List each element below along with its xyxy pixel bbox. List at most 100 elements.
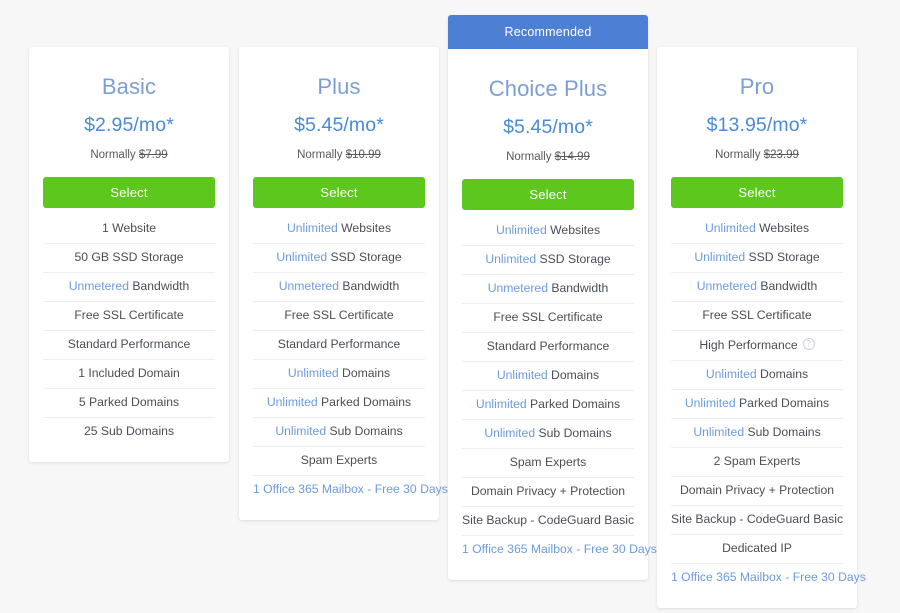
feature-text: 5 Parked Domains <box>78 395 180 409</box>
feature-text: Sub Domains <box>326 424 403 438</box>
feature-item: 50 GB SSD Storage <box>43 244 215 273</box>
feature-highlight: Unlimited <box>475 397 527 411</box>
feature-item: 5 Parked Domains <box>43 389 215 418</box>
select-button-plus[interactable]: Select <box>253 177 425 208</box>
select-button-basic[interactable]: Select <box>43 177 215 208</box>
normally-label: Normally <box>297 149 343 161</box>
feature-item: Unlimited Websites <box>462 217 634 246</box>
feature-text: SSD Storage <box>745 250 820 264</box>
feature-item: Free SSL Certificate <box>462 304 634 333</box>
plan-name: Basic <box>101 74 157 99</box>
feature-item: Unmetered Bandwidth <box>462 275 634 304</box>
feature-text: 50 GB SSD Storage <box>74 250 184 264</box>
normally-label: Normally <box>90 149 136 161</box>
feature-item: Free SSL Certificate <box>253 302 425 331</box>
feature-highlight: Unmetered <box>68 279 129 293</box>
feature-text: Dedicated IP <box>722 541 792 555</box>
feature-text: Free SSL Certificate <box>702 308 812 322</box>
feature-item-link[interactable]: 1 Office 365 Mailbox - Free 30 Days <box>671 564 866 592</box>
feature-item: Unlimited Sub Domains <box>253 418 425 447</box>
select-button-pro[interactable]: Select <box>671 177 843 208</box>
feature-text: Free SSL Certificate <box>493 310 603 324</box>
feature-text: Site Backup - CodeGuard Basic <box>671 512 844 526</box>
feature-text: Bandwidth <box>338 279 400 293</box>
plan-body: Plus $5.45/mo* Normally $10.99 Select Unlimi… <box>239 47 448 520</box>
feature-text: Standard Performance <box>277 337 401 351</box>
feature-highlight: Unlimited <box>276 250 328 264</box>
recommended-ribbon: Recommended <box>448 15 648 49</box>
feature-item: Domain Privacy + Protection <box>462 478 634 507</box>
feature-text: Standard Performance <box>67 337 191 351</box>
feature-item: Free SSL Certificate <box>671 302 843 331</box>
feature-item: Spam Experts <box>253 447 425 476</box>
feature-text: Site Backup - CodeGuard Basic <box>462 513 635 527</box>
feature-highlight: Unlimited <box>496 368 548 382</box>
feature-highlight: Unlimited <box>704 221 756 235</box>
feature-item: 2 Spam Experts <box>671 448 843 477</box>
feature-list: Unlimited Websites Unlimited SSD Storage U… <box>671 215 866 592</box>
feature-item-link[interactable]: 1 Office 365 Mailbox - Free 30 Days <box>462 536 657 564</box>
select-button-choiceplus[interactable]: Select <box>462 179 634 210</box>
feature-highlight: Unlimited <box>275 424 327 438</box>
plan-body: Pro $13.95/mo* Normally $23.99 Select Unlimi… <box>657 47 866 608</box>
feature-item: Unlimited SSD Storage <box>671 244 843 273</box>
feature-item: Domain Privacy + Protection <box>671 477 843 506</box>
feature-list: Unlimited Websites Unlimited SSD Storage U… <box>462 217 657 564</box>
feature-text: SSD Storage <box>327 250 402 264</box>
feature-highlight: Unlimited <box>693 425 745 439</box>
plan-card-pro: Pro $13.95/mo* Normally $23.99 Select Unlimi… <box>657 47 866 608</box>
normally-price-strikethrough: $23.99 <box>763 149 799 161</box>
feature-item: Unmetered Bandwidth <box>43 273 215 302</box>
feature-item: Standard Performance <box>462 333 634 362</box>
feature-highlight: Unlimited <box>286 221 338 235</box>
feature-item: Site Backup - CodeGuard Basic <box>671 506 843 535</box>
feature-item: Unlimited Domains <box>671 361 843 390</box>
feature-text: Websites <box>337 221 392 235</box>
feature-text: Free SSL Certificate <box>74 308 184 322</box>
plan-normal-price: Normally $23.99 <box>671 137 843 163</box>
feature-text: Standard Performance <box>486 339 610 353</box>
feature-text: 1 Office 365 Mailbox - Free 30 Days <box>253 482 448 496</box>
plan-card-basic: Basic $2.95/mo* Normally $7.99 Select 1 Webs… <box>29 47 229 462</box>
feature-text: SSD Storage <box>536 252 611 266</box>
feature-text: Spam Experts <box>300 453 378 467</box>
feature-text: Parked Domains <box>317 395 412 409</box>
feature-text: Domains <box>756 367 809 381</box>
feature-text: Bandwidth <box>756 279 818 293</box>
feature-text: Domains <box>547 368 600 382</box>
feature-item: Standard Performance <box>43 331 215 360</box>
normally-price-strikethrough: $10.99 <box>345 149 381 161</box>
feature-text: Websites <box>546 223 601 237</box>
plan-normal-price: Normally $7.99 <box>43 137 215 163</box>
feature-item: Unlimited Parked Domains <box>462 391 634 420</box>
feature-item-link[interactable]: 1 Office 365 Mailbox - Free 30 Days <box>253 476 448 504</box>
normally-price-strikethrough: $7.99 <box>138 149 168 161</box>
feature-item: 25 Sub Domains <box>43 418 215 446</box>
info-icon[interactable] <box>802 338 815 350</box>
feature-text: 1 Office 365 Mailbox - Free 30 Days <box>462 542 657 556</box>
feature-highlight: Unlimited <box>266 395 318 409</box>
normally-price-strikethrough: $14.99 <box>554 151 590 163</box>
feature-highlight: Unlimited <box>694 250 746 264</box>
feature-text: Domain Privacy + Protection <box>470 484 626 498</box>
feature-item: Unlimited SSD Storage <box>253 244 425 273</box>
feature-highlight: Unmetered <box>487 281 548 295</box>
feature-text: Bandwidth <box>547 281 609 295</box>
plan-card-choiceplus: Recommended Choice Plus $5.45/mo* Normally … <box>448 15 657 580</box>
feature-list: Unlimited Websites Unlimited SSD Storage U… <box>253 215 448 504</box>
feature-text: Domain Privacy + Protection <box>679 483 835 497</box>
feature-item: Unlimited SSD Storage <box>462 246 634 275</box>
feature-item: 1 Included Domain <box>43 360 215 389</box>
feature-item: Unlimited Parked Domains <box>253 389 425 418</box>
plan-name: Plus <box>317 74 361 99</box>
feature-item: Unlimited Websites <box>253 215 425 244</box>
feature-text: 25 Sub Domains <box>83 424 175 438</box>
feature-item: Spam Experts <box>462 449 634 478</box>
plan-name: Pro <box>739 74 775 99</box>
feature-highlight: Unlimited <box>705 367 757 381</box>
normally-label: Normally <box>506 151 552 163</box>
feature-text: 1 Office 365 Mailbox - Free 30 Days <box>671 570 866 584</box>
feature-item: Unlimited Parked Domains <box>671 390 843 419</box>
feature-text: Domains <box>338 366 391 380</box>
feature-item: Free SSL Certificate <box>43 302 215 331</box>
